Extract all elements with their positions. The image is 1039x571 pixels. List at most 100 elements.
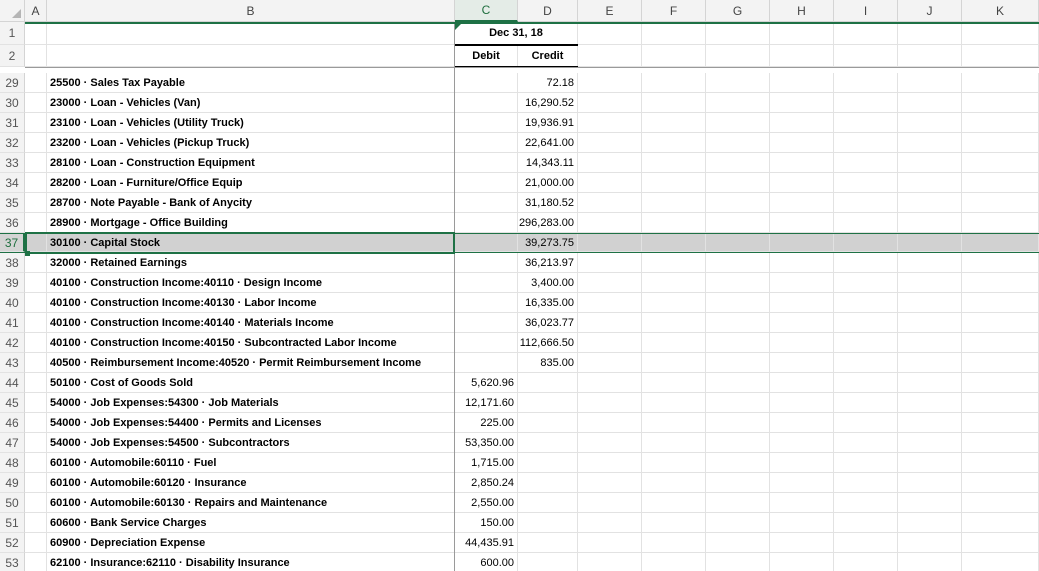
column-header-k[interactable]: K xyxy=(962,0,1039,22)
empty-cell[interactable] xyxy=(706,193,770,213)
empty-cell[interactable] xyxy=(962,22,1039,45)
empty-cell[interactable] xyxy=(770,293,834,313)
row-header[interactable]: 33 xyxy=(0,153,25,173)
empty-cell[interactable] xyxy=(770,153,834,173)
empty-cell[interactable] xyxy=(898,333,962,353)
empty-cell[interactable] xyxy=(706,313,770,333)
empty-cell[interactable] xyxy=(962,133,1039,153)
row-header[interactable]: 40 xyxy=(0,293,25,313)
empty-cell[interactable] xyxy=(706,453,770,473)
empty-cell[interactable] xyxy=(642,153,706,173)
empty-cell[interactable] xyxy=(706,393,770,413)
cell-a[interactable] xyxy=(25,473,47,493)
row-header[interactable]: 36 xyxy=(0,213,25,233)
cell-a[interactable] xyxy=(25,253,47,273)
empty-cell[interactable] xyxy=(770,173,834,193)
empty-cell[interactable] xyxy=(770,513,834,533)
empty-cell[interactable] xyxy=(962,433,1039,453)
credit-cell[interactable]: 14,343.11 xyxy=(518,153,578,173)
empty-cell[interactable] xyxy=(962,213,1039,233)
credit-cell[interactable] xyxy=(518,433,578,453)
empty-cell[interactable] xyxy=(898,133,962,153)
empty-cell[interactable] xyxy=(642,273,706,293)
empty-cell[interactable] xyxy=(770,353,834,373)
empty-cell[interactable] xyxy=(770,473,834,493)
empty-cell[interactable] xyxy=(578,153,642,173)
credit-cell[interactable] xyxy=(518,453,578,473)
empty-cell[interactable] xyxy=(578,73,642,93)
row-header[interactable]: 42 xyxy=(0,333,25,353)
empty-cell[interactable] xyxy=(706,333,770,353)
empty-cell[interactable] xyxy=(642,553,706,571)
empty-cell[interactable] xyxy=(770,93,834,113)
credit-cell[interactable]: 16,290.52 xyxy=(518,93,578,113)
debit-cell[interactable] xyxy=(455,133,518,153)
row-header[interactable]: 45 xyxy=(0,393,25,413)
empty-cell[interactable] xyxy=(834,253,898,273)
empty-cell[interactable] xyxy=(770,493,834,513)
empty-cell[interactable] xyxy=(578,473,642,493)
cell-a[interactable] xyxy=(25,213,47,233)
empty-cell[interactable] xyxy=(962,113,1039,133)
empty-cell[interactable] xyxy=(706,234,770,252)
empty-cell[interactable] xyxy=(898,153,962,173)
empty-cell[interactable] xyxy=(578,273,642,293)
empty-cell[interactable] xyxy=(898,273,962,293)
cell-a[interactable] xyxy=(25,493,47,513)
spreadsheet-grid[interactable]: ABCDEFGHIJK 1 Dec 31, 18 2 Debit Credit 29 25… xyxy=(0,0,1039,571)
empty-cell[interactable] xyxy=(642,73,706,93)
cell-a[interactable] xyxy=(25,293,47,313)
credit-cell[interactable] xyxy=(518,393,578,413)
empty-cell[interactable] xyxy=(898,22,962,45)
empty-cell[interactable] xyxy=(898,313,962,333)
row-header[interactable]: 35 xyxy=(0,193,25,213)
empty-cell[interactable] xyxy=(834,393,898,413)
empty-cell[interactable] xyxy=(834,453,898,473)
cell-a[interactable] xyxy=(25,353,47,373)
empty-cell[interactable] xyxy=(706,253,770,273)
empty-cell[interactable] xyxy=(962,234,1039,252)
debit-cell[interactable] xyxy=(455,213,518,233)
cell-a[interactable] xyxy=(25,553,47,571)
empty-cell[interactable] xyxy=(578,373,642,393)
empty-cell[interactable] xyxy=(578,173,642,193)
account-cell[interactable]: 40100 · Construction Income:40130 · Labo… xyxy=(47,293,455,313)
cell-a[interactable] xyxy=(25,393,47,413)
row-header[interactable]: 39 xyxy=(0,273,25,293)
empty-cell[interactable] xyxy=(706,513,770,533)
empty-cell[interactable] xyxy=(578,553,642,571)
cell-a[interactable] xyxy=(25,45,47,67)
empty-cell[interactable] xyxy=(578,293,642,313)
empty-cell[interactable] xyxy=(642,193,706,213)
empty-cell[interactable] xyxy=(578,433,642,453)
account-cell[interactable]: 40100 · Construction Income:40140 · Mate… xyxy=(47,313,455,333)
credit-cell[interactable]: 16,335.00 xyxy=(518,293,578,313)
empty-cell[interactable] xyxy=(898,253,962,273)
empty-cell[interactable] xyxy=(770,133,834,153)
empty-cell[interactable] xyxy=(770,213,834,233)
row-header[interactable]: 34 xyxy=(0,173,25,193)
account-cell[interactable]: 54000 · Job Expenses:54500 · Subcontract… xyxy=(47,433,455,453)
empty-cell[interactable] xyxy=(962,73,1039,93)
empty-cell[interactable] xyxy=(642,45,706,67)
credit-cell[interactable] xyxy=(518,533,578,553)
column-header-d[interactable]: D xyxy=(518,0,578,22)
empty-cell[interactable] xyxy=(706,293,770,313)
empty-cell[interactable] xyxy=(898,234,962,252)
debit-cell[interactable] xyxy=(455,293,518,313)
empty-cell[interactable] xyxy=(834,513,898,533)
credit-cell[interactable]: 21,000.00 xyxy=(518,173,578,193)
row-header[interactable]: 53 xyxy=(0,553,25,571)
empty-cell[interactable] xyxy=(898,533,962,553)
empty-cell[interactable] xyxy=(962,253,1039,273)
credit-cell[interactable] xyxy=(518,413,578,433)
cell-a[interactable] xyxy=(25,93,47,113)
account-cell[interactable]: 60100 · Automobile:60120 · Insurance xyxy=(47,473,455,493)
empty-cell[interactable] xyxy=(962,333,1039,353)
credit-cell[interactable] xyxy=(518,493,578,513)
credit-cell[interactable] xyxy=(518,553,578,571)
empty-cell[interactable] xyxy=(770,433,834,453)
empty-cell[interactable] xyxy=(834,533,898,553)
credit-cell[interactable]: 36,213.97 xyxy=(518,253,578,273)
empty-cell[interactable] xyxy=(898,493,962,513)
